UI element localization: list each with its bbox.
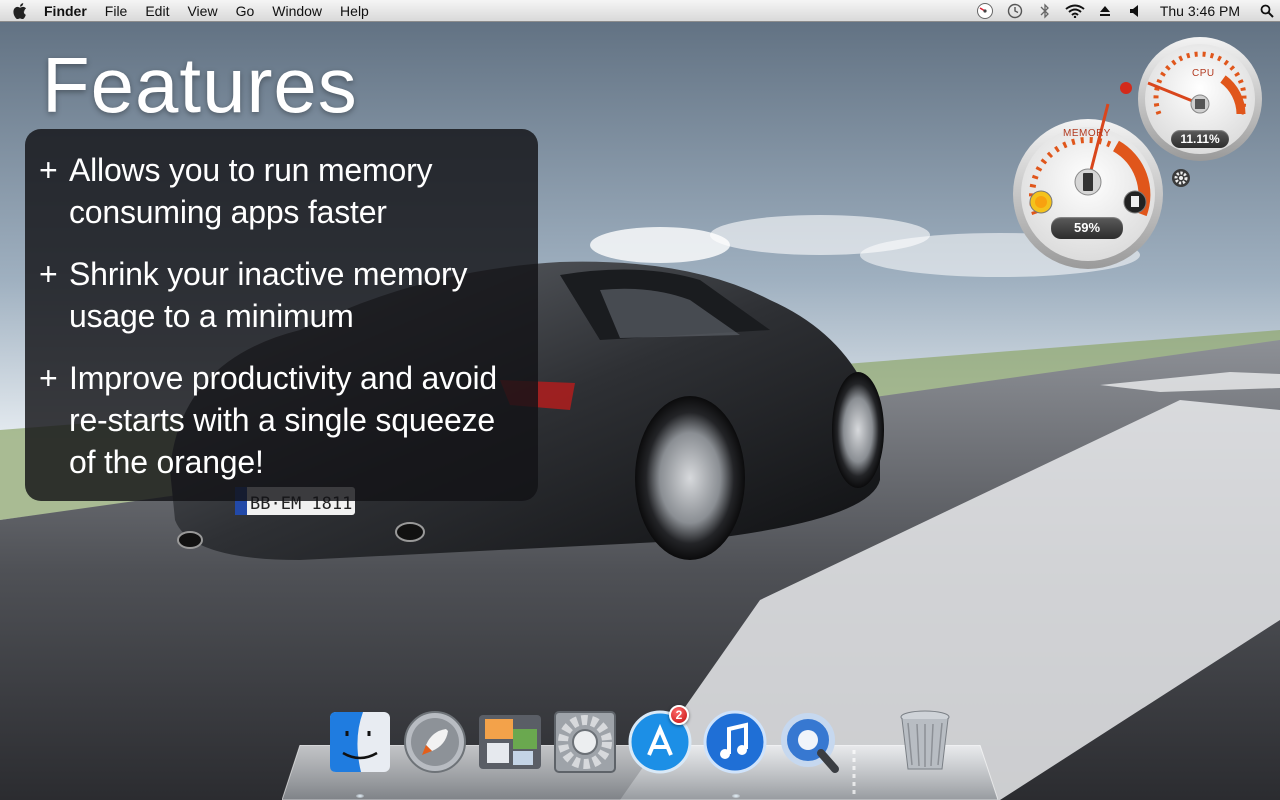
menu-bar: Finder File Edit View Go Window Help Thu… <box>0 0 1280 22</box>
menu-view[interactable]: View <box>178 0 226 22</box>
cpu-readout: 11.11% <box>1171 130 1229 148</box>
menu-edit[interactable]: Edit <box>136 0 178 22</box>
apple-menu-icon[interactable] <box>0 0 40 22</box>
feature-item: + Allows you to run memory consuming app… <box>39 149 522 233</box>
menu-go[interactable]: Go <box>227 0 264 22</box>
dock-item-app-store[interactable]: 2 <box>627 705 693 775</box>
dock-item-itunes[interactable] <box>702 709 768 775</box>
gear-icon <box>554 711 616 773</box>
feature-text: Improve productivity and avoid re-starts… <box>69 360 498 480</box>
dock-item-launchpad[interactable] <box>402 709 468 775</box>
memory-gauge-title: MEMORY <box>1063 128 1111 139</box>
memory-readout: 59% <box>1051 217 1123 239</box>
cpu-gauge-title: CPU <box>1192 68 1215 79</box>
finder-icon <box>330 712 390 772</box>
notification-badge: 2 <box>669 705 689 725</box>
menu-file[interactable]: File <box>96 0 137 22</box>
spotlight-icon[interactable] <box>1254 0 1280 22</box>
menu-clock[interactable]: Thu 3:46 PM <box>1150 0 1254 22</box>
menu-app-name[interactable]: Finder <box>40 0 96 22</box>
volume-icon[interactable] <box>1120 0 1150 22</box>
time-machine-icon[interactable] <box>1000 0 1030 22</box>
dock-item-quicktime[interactable] <box>777 709 843 775</box>
eject-icon[interactable] <box>1090 0 1120 22</box>
gear-icon[interactable] <box>1171 168 1191 188</box>
dock-item-photos[interactable] <box>477 709 543 775</box>
quicktime-icon <box>781 713 839 773</box>
feature-text: Allows you to run memory consuming apps … <box>69 152 433 230</box>
music-note-icon <box>703 710 767 774</box>
trash-icon <box>900 710 950 770</box>
feature-text: Shrink your inactive memory usage to a m… <box>69 256 468 334</box>
wifi-icon[interactable] <box>1060 0 1090 22</box>
feature-item: + Improve productivity and avoid re-star… <box>39 357 522 483</box>
memory-clean-icon[interactable] <box>970 0 1000 22</box>
dock-item-trash[interactable] <box>892 707 958 773</box>
dock-item-finder[interactable] <box>327 709 393 775</box>
menu-status-area: Thu 3:46 PM <box>970 0 1280 22</box>
page-title: Features <box>42 41 358 129</box>
feature-bullet: + <box>39 152 58 188</box>
feature-item: + Shrink your inactive memory usage to a… <box>39 253 522 337</box>
feature-bullet: + <box>39 256 58 292</box>
photos-icon <box>479 715 541 769</box>
features-panel: + Allows you to run memory consuming app… <box>25 129 538 501</box>
bluetooth-icon[interactable] <box>1030 0 1060 22</box>
gauge-dials <box>1013 37 1262 269</box>
menu-help[interactable]: Help <box>331 0 378 22</box>
menu-window[interactable]: Window <box>263 0 331 22</box>
dock-item-system-preferences[interactable] <box>552 709 618 775</box>
memory-gauge-widget[interactable]: CPU MEMORY 11.11% 59% <box>995 34 1280 269</box>
rocket-icon <box>404 711 466 773</box>
feature-bullet: + <box>39 360 58 396</box>
